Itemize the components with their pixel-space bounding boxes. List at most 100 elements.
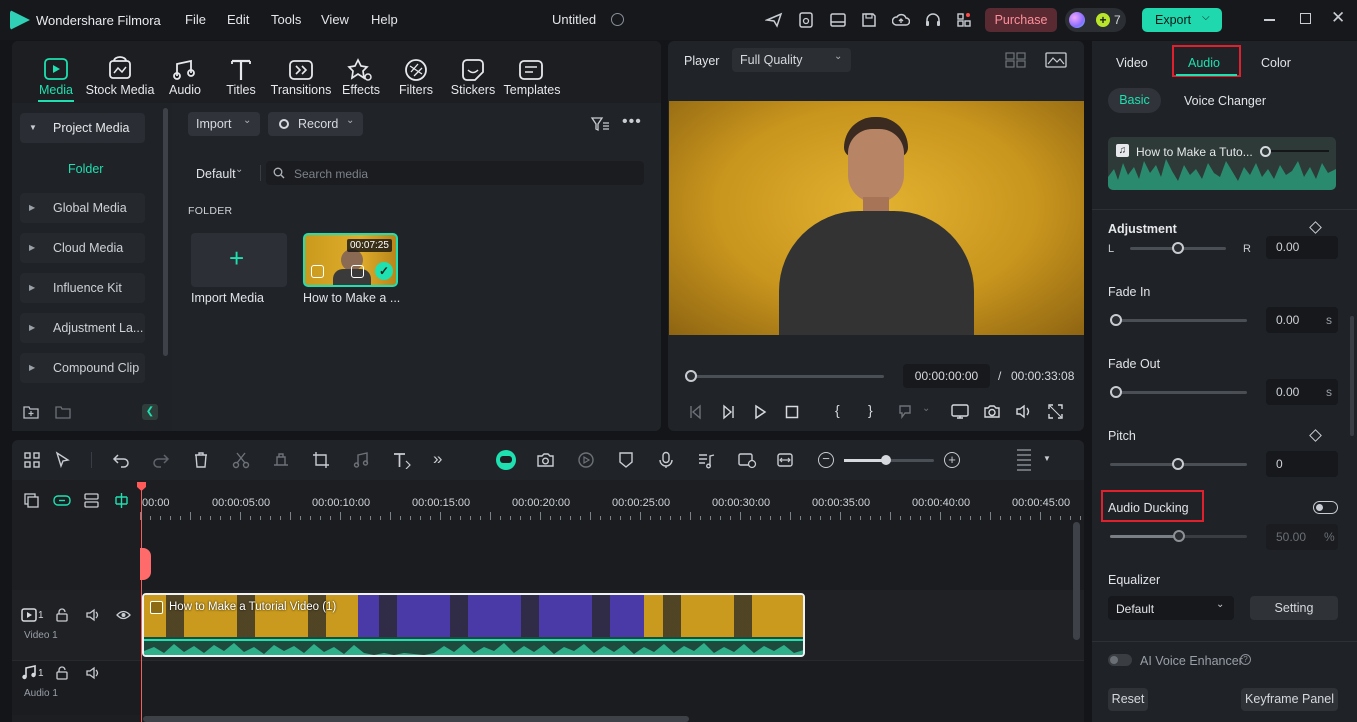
search-box[interactable]: Search media (266, 161, 644, 185)
playhead-line[interactable] (141, 484, 142, 722)
sidebar-scrollbar[interactable] (163, 108, 168, 356)
new-folder-icon[interactable] (23, 404, 39, 420)
snap-icon[interactable] (113, 492, 130, 509)
audio-clip-card[interactable]: ♫ How to Make a Tuto... (1108, 137, 1336, 190)
import-media-tile[interactable]: + (191, 233, 287, 287)
marker-dropdown-icon[interactable]: ⌄ (922, 403, 930, 414)
ai-copilot-icon[interactable] (496, 450, 516, 470)
fade-out-slider[interactable] (1113, 391, 1247, 394)
keyframe-panel-button[interactable]: Keyframe Panel (1241, 688, 1338, 711)
zoom-out-icon[interactable]: − (818, 452, 834, 468)
folder-icon[interactable] (55, 404, 71, 420)
subtab-voice-changer[interactable]: Voice Changer (1184, 94, 1266, 108)
audio-mixer-icon[interactable] (697, 451, 715, 469)
credits-badge[interactable]: + 7 (1065, 8, 1126, 32)
marker-icon[interactable] (617, 451, 635, 469)
layout-icon[interactable] (829, 11, 847, 29)
sidebar-item-folder[interactable]: Folder (68, 162, 103, 176)
zoom-slider-knob[interactable] (881, 455, 891, 465)
menu-edit[interactable]: Edit (227, 12, 249, 27)
reset-button[interactable]: Reset (1108, 688, 1148, 711)
balance-value[interactable]: 0.00 (1266, 236, 1338, 259)
search-input[interactable]: Search media (294, 167, 368, 181)
import-button[interactable]: Import ⌄ (188, 112, 260, 136)
add-track-icon[interactable] (23, 492, 40, 509)
pitch-value[interactable]: 0 (1266, 451, 1338, 477)
tab-titles[interactable]: Titles (216, 83, 266, 97)
select-tool-icon[interactable] (54, 451, 72, 469)
equalizer-setting-button[interactable]: Setting (1250, 596, 1338, 620)
lock-icon[interactable] (55, 666, 69, 680)
tab-effects[interactable]: Effects (336, 83, 386, 97)
render-preview-icon[interactable] (737, 451, 757, 469)
mark-out-icon[interactable]: } (868, 402, 873, 418)
filters-icon[interactable] (401, 56, 431, 84)
fade-out-knob[interactable] (1110, 386, 1122, 398)
audio-ducking-value[interactable]: 50.00% (1266, 524, 1338, 550)
audio-icon[interactable] (169, 56, 199, 84)
delete-icon[interactable] (192, 451, 210, 469)
info-icon[interactable]: ? (1240, 654, 1251, 665)
transitions-icon[interactable] (286, 56, 316, 84)
fade-in-slider[interactable] (1113, 319, 1247, 322)
tab-stock-media[interactable]: Stock Media (82, 83, 158, 97)
eye-icon[interactable] (116, 609, 131, 621)
sidebar-item-compound-clip[interactable]: ▶ Compound Clip (20, 353, 145, 383)
tab-color[interactable]: Color (1261, 56, 1291, 70)
snapshot-icon[interactable] (983, 403, 1001, 420)
stickers-icon[interactable] (458, 56, 488, 84)
close-button[interactable]: ✕ (1331, 8, 1345, 28)
tab-stickers[interactable]: Stickers (447, 83, 499, 97)
audio-ducking-knob[interactable] (1173, 530, 1185, 542)
purchase-button[interactable]: Purchase (985, 8, 1057, 32)
minimize-button[interactable] (1264, 19, 1275, 21)
previous-frame-icon[interactable] (688, 404, 704, 420)
sidebar-item-project-media[interactable]: ▼ Project Media (20, 113, 145, 143)
tab-media[interactable]: Media (30, 83, 82, 97)
display-settings-icon[interactable] (951, 403, 969, 420)
playback-progress-track[interactable] (690, 375, 884, 378)
subtab-basic[interactable]: Basic (1108, 88, 1161, 113)
media-icon[interactable] (41, 56, 71, 84)
mute-icon[interactable] (86, 608, 101, 622)
grid-view-icon[interactable] (1005, 52, 1027, 68)
balance-knob[interactable] (1172, 242, 1184, 254)
tab-templates[interactable]: Templates (502, 83, 562, 97)
headset-icon[interactable] (924, 11, 942, 29)
playback-scrubber[interactable] (685, 370, 697, 382)
sidebar-item-global-media[interactable]: ▶ Global Media (20, 193, 145, 223)
timeline-vertical-scrollbar[interactable] (1073, 522, 1080, 640)
collapse-sidebar-button[interactable]: ❮ (142, 404, 158, 420)
timeline-options-dropdown-icon[interactable]: ▼ (1043, 454, 1051, 463)
quality-dropdown[interactable]: Full Quality ⌄ (732, 48, 851, 72)
media-clip-thumbnail[interactable]: 00:07:25 ✓ (303, 233, 398, 287)
more-options-icon[interactable]: ••• (622, 113, 642, 131)
next-frame-icon[interactable] (720, 404, 736, 420)
insert-marker-icon[interactable] (897, 404, 913, 420)
effects-icon[interactable] (345, 56, 375, 84)
ai-tool-icon[interactable] (272, 451, 290, 469)
tab-transitions[interactable]: Transitions (268, 83, 334, 97)
menu-view[interactable]: View (321, 12, 349, 27)
timeline-options-icon[interactable] (1017, 449, 1031, 471)
fit-timeline-icon[interactable] (776, 451, 794, 469)
stop-icon[interactable] (784, 404, 800, 420)
crop-icon[interactable] (312, 451, 330, 469)
templates-icon[interactable] (516, 56, 546, 84)
tab-audio[interactable]: Audio (1188, 56, 1220, 70)
tab-video[interactable]: Video (1116, 56, 1148, 70)
zoom-in-icon[interactable]: + (944, 452, 960, 468)
send-icon[interactable] (765, 11, 783, 29)
titles-icon[interactable] (226, 56, 256, 84)
auto-beat-icon[interactable] (577, 451, 595, 469)
save-icon[interactable] (860, 11, 878, 29)
play-icon[interactable] (752, 404, 768, 420)
fullscreen-icon[interactable] (1047, 403, 1064, 420)
clip-volume-knob[interactable] (1260, 146, 1271, 157)
stock-media-icon[interactable] (105, 56, 135, 84)
timeline-horizontal-scrollbar[interactable] (143, 716, 689, 722)
menu-file[interactable]: File (185, 12, 206, 27)
playhead-marker[interactable] (140, 548, 151, 580)
record-button[interactable]: Record ⌄ (268, 112, 363, 136)
video-clip[interactable]: How to Make a Tutorial Video (1) (142, 593, 805, 657)
